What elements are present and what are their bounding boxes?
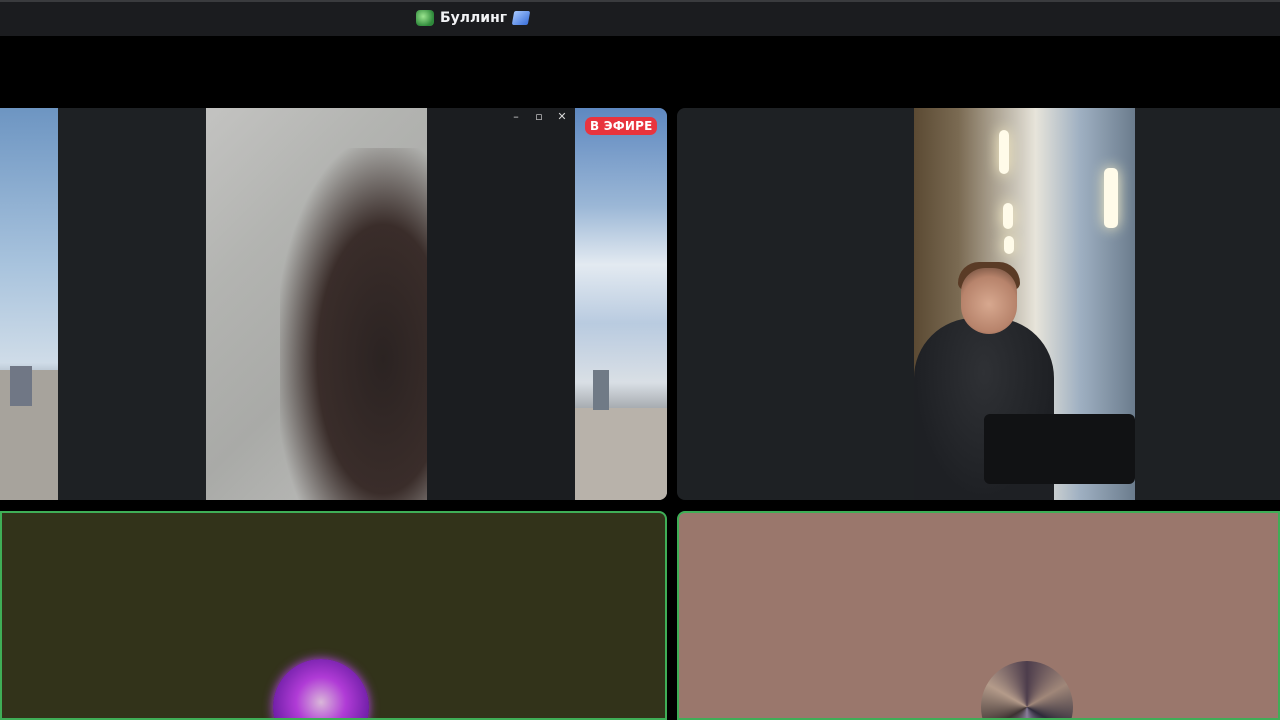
stream-tile[interactable]: – ▫ ✕ — [0, 108, 667, 500]
channel-title: Буллинг — [440, 10, 508, 26]
participant-tile-1[interactable] — [0, 511, 667, 720]
person-face — [961, 268, 1017, 334]
participant-tile-2[interactable] — [677, 511, 1280, 720]
channel-title-wrap: Буллинг — [416, 10, 531, 26]
person-shadow — [280, 148, 427, 500]
participant-avatar-2[interactable] — [981, 661, 1073, 718]
live-badge: В ЭФИРЕ — [585, 117, 658, 135]
background-city-right — [575, 108, 667, 500]
background-city-left — [0, 108, 58, 500]
green-server-icon — [416, 10, 434, 26]
close-button[interactable]: ✕ — [551, 110, 573, 124]
camera-tile[interactable] — [677, 108, 1280, 500]
maximize-button[interactable]: ▫ — [528, 110, 550, 124]
window-titlebar: Буллинг — [0, 0, 1280, 36]
stream-window-frame: – ▫ ✕ — [427, 108, 575, 500]
camera-video — [914, 108, 1135, 500]
minimize-button[interactable]: – — [505, 110, 527, 124]
table — [984, 414, 1135, 484]
participant-avatar-1[interactable] — [273, 659, 369, 718]
blue-flag-icon — [511, 11, 531, 25]
